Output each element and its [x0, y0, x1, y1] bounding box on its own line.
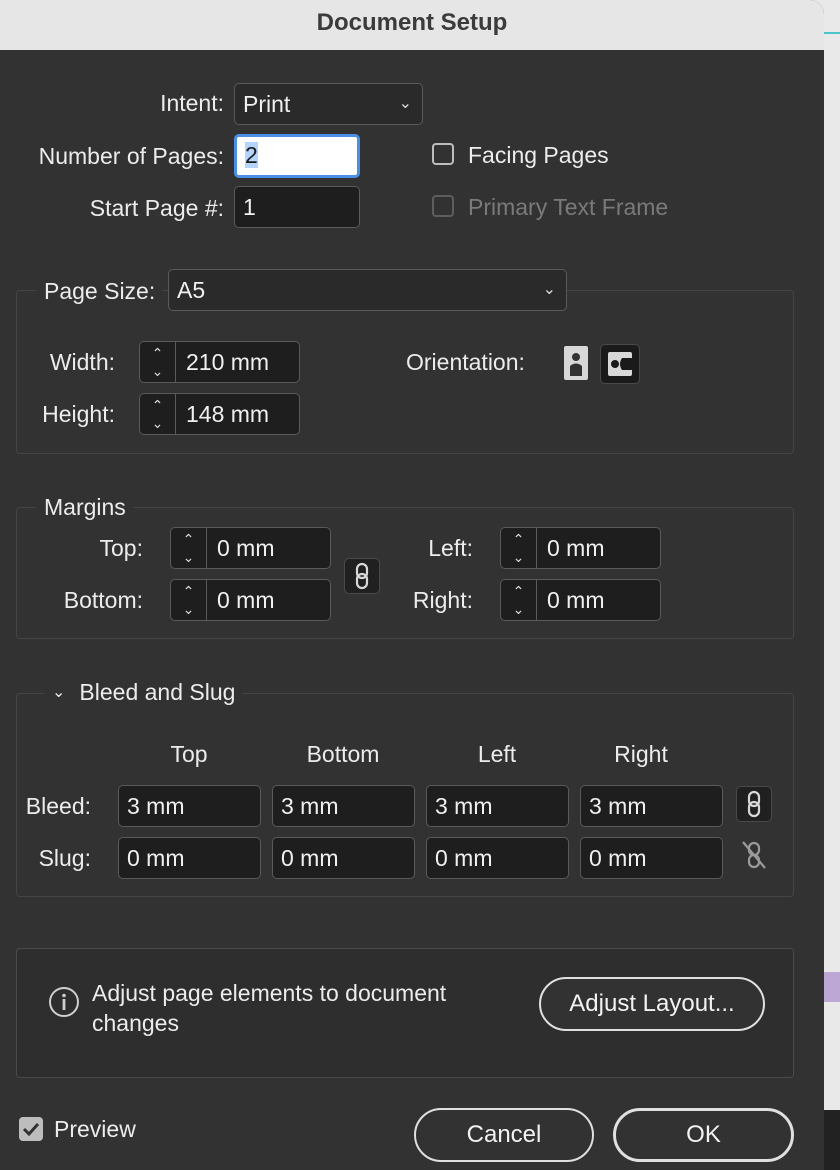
adjust-message-line2: changes	[92, 1010, 179, 1036]
info-icon	[48, 986, 80, 1023]
broken-link-icon	[742, 841, 766, 869]
preview-label[interactable]: Preview	[54, 1116, 136, 1143]
margins-link-button[interactable]	[344, 558, 380, 594]
preview-checkbox[interactable]	[19, 1117, 43, 1141]
ok-button[interactable]: OK	[613, 1108, 794, 1162]
height-stepper[interactable]: ⌃ ⌄ 148 mm	[139, 393, 300, 435]
page-size-group	[16, 290, 794, 454]
chain-link-icon	[747, 790, 761, 818]
chevron-down-icon: ⌄	[398, 95, 412, 112]
checkmark-icon	[22, 1122, 40, 1137]
slug-right-value: 0 mm	[589, 845, 647, 871]
backdrop-line	[824, 972, 840, 1002]
bleed-left-value: 3 mm	[435, 793, 493, 819]
stepper-arrows-icon[interactable]: ⌃ ⌄	[140, 394, 176, 434]
stepper-arrows-icon[interactable]: ⌃ ⌄	[140, 342, 176, 382]
col-header-right: Right	[614, 741, 668, 767]
intent-label: Intent:	[160, 90, 224, 116]
chain-link-icon	[355, 562, 369, 590]
bleed-right-input[interactable]: 3 mm	[580, 785, 723, 827]
adjust-message-line1: Adjust page elements to document	[92, 980, 447, 1006]
col-header-top: Top	[170, 741, 208, 767]
start-page-input[interactable]: 1	[234, 186, 360, 228]
slug-top-value: 0 mm	[127, 845, 185, 871]
page-size-dropdown[interactable]: A5 ⌄	[168, 269, 567, 311]
portrait-orientation-button[interactable]	[561, 344, 591, 384]
landscape-icon	[608, 352, 632, 376]
orientation-label: Orientation:	[406, 349, 525, 375]
intent-dropdown[interactable]: Print ⌄	[234, 83, 423, 125]
primary-text-frame-checkbox[interactable]	[432, 195, 454, 217]
slug-bottom-input[interactable]: 0 mm	[272, 837, 415, 879]
bleed-slug-header[interactable]: ⌄ Bleed and Slug	[44, 679, 244, 706]
number-of-pages-value: 2	[245, 142, 258, 168]
slug-bottom-value: 0 mm	[281, 845, 339, 871]
cancel-button[interactable]: Cancel	[414, 1108, 594, 1162]
margin-bottom-stepper[interactable]: ⌃ ⌄ 0 mm	[170, 579, 331, 621]
slug-left-value: 0 mm	[435, 845, 493, 871]
height-value: 148 mm	[186, 401, 270, 427]
stepper-arrows-icon[interactable]: ⌃ ⌄	[171, 580, 207, 620]
bleed-top-value: 3 mm	[127, 793, 185, 819]
landscape-orientation-button[interactable]	[600, 344, 640, 384]
margin-left-value: 0 mm	[547, 535, 605, 561]
adjust-layout-button[interactable]: Adjust Layout...	[539, 977, 765, 1031]
slug-unlink-button[interactable]	[737, 838, 773, 874]
col-header-left: Left	[477, 741, 517, 767]
margins-title: Margins	[36, 494, 134, 521]
margin-right-label: Right:	[412, 587, 473, 613]
bleed-label: Bleed:	[25, 793, 91, 819]
margin-top-label: Top:	[99, 535, 143, 561]
intent-value: Print	[243, 91, 291, 117]
facing-pages-label[interactable]: Facing Pages	[468, 142, 609, 169]
width-value: 210 mm	[186, 349, 270, 375]
chevron-down-icon: ⌄	[542, 281, 556, 298]
margin-bottom-label: Bottom:	[63, 587, 143, 613]
stepper-arrows-icon[interactable]: ⌃ ⌄	[171, 528, 207, 568]
margin-left-stepper[interactable]: ⌃ ⌄ 0 mm	[500, 527, 661, 569]
bleed-link-button[interactable]	[736, 786, 772, 822]
page-size-label: Page Size:	[36, 278, 164, 305]
margin-top-stepper[interactable]: ⌃ ⌄ 0 mm	[170, 527, 331, 569]
number-of-pages-input[interactable]: 2	[234, 134, 360, 178]
page-size-value: A5	[177, 277, 206, 303]
bleed-left-input[interactable]: 3 mm	[426, 785, 569, 827]
margin-right-value: 0 mm	[547, 587, 605, 613]
document-setup-dialog: Document Setup Intent: Print ⌄ Number of…	[0, 0, 824, 1170]
margins-group	[16, 507, 794, 639]
bleed-slug-title: Bleed and Slug	[79, 679, 236, 705]
width-label: Width:	[49, 349, 115, 375]
primary-text-frame-label[interactable]: Primary Text Frame	[468, 194, 668, 221]
margin-top-value: 0 mm	[217, 535, 275, 561]
width-stepper[interactable]: ⌃ ⌄ 210 mm	[139, 341, 300, 383]
bleed-top-input[interactable]: 3 mm	[118, 785, 261, 827]
facing-pages-checkbox[interactable]	[432, 143, 454, 165]
margin-right-stepper[interactable]: ⌃ ⌄ 0 mm	[500, 579, 661, 621]
stepper-arrows-icon[interactable]: ⌃ ⌄	[501, 528, 537, 568]
bleed-bottom-input[interactable]: 3 mm	[272, 785, 415, 827]
slug-right-input[interactable]: 0 mm	[580, 837, 723, 879]
number-of-pages-label: Number of Pages:	[38, 143, 224, 169]
portrait-icon	[564, 346, 588, 380]
margin-left-label: Left:	[428, 535, 473, 561]
backdrop-line	[824, 32, 840, 34]
margin-bottom-value: 0 mm	[217, 587, 275, 613]
backdrop-line	[824, 1110, 840, 1170]
start-page-value: 1	[243, 194, 256, 220]
bleed-bottom-value: 3 mm	[281, 793, 339, 819]
bleed-right-value: 3 mm	[589, 793, 647, 819]
chevron-down-icon[interactable]: ⌄	[52, 684, 65, 701]
slug-top-input[interactable]: 0 mm	[118, 837, 261, 879]
height-label: Height:	[42, 401, 115, 427]
start-page-label: Start Page #:	[89, 195, 224, 221]
slug-label: Slug:	[38, 845, 91, 871]
dialog-title: Document Setup	[0, 0, 824, 50]
stepper-arrows-icon[interactable]: ⌃ ⌄	[501, 580, 537, 620]
col-header-bottom: Bottom	[306, 741, 380, 767]
slug-left-input[interactable]: 0 mm	[426, 837, 569, 879]
